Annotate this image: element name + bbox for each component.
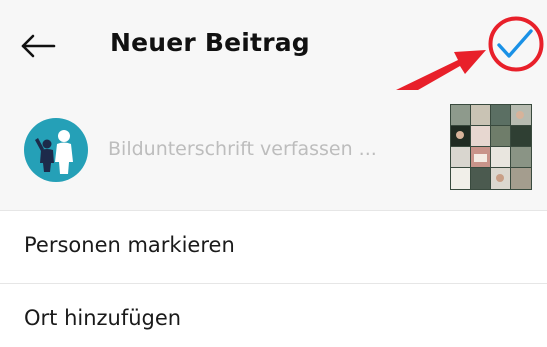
add-location-label: Ort hinzufügen bbox=[24, 306, 182, 330]
add-location-row[interactable]: Ort hinzufügen bbox=[0, 284, 547, 347]
family-silhouette-icon bbox=[35, 130, 73, 174]
caption-input[interactable] bbox=[108, 132, 428, 166]
top-bar: Neuer Beitrag bbox=[0, 0, 547, 98]
caption-section bbox=[0, 90, 547, 210]
back-button[interactable] bbox=[14, 24, 62, 68]
share-confirm-button[interactable] bbox=[490, 18, 540, 70]
post-thumbnail bbox=[450, 104, 532, 190]
collage-image-icon bbox=[450, 104, 532, 190]
checkmark-icon bbox=[497, 29, 533, 58]
avatar bbox=[24, 118, 88, 182]
page-title: Neuer Beitrag bbox=[110, 28, 310, 57]
tag-people-label: Personen markieren bbox=[24, 233, 235, 257]
arrow-left-icon bbox=[21, 34, 56, 58]
tag-people-row[interactable]: Personen markieren bbox=[0, 211, 547, 283]
